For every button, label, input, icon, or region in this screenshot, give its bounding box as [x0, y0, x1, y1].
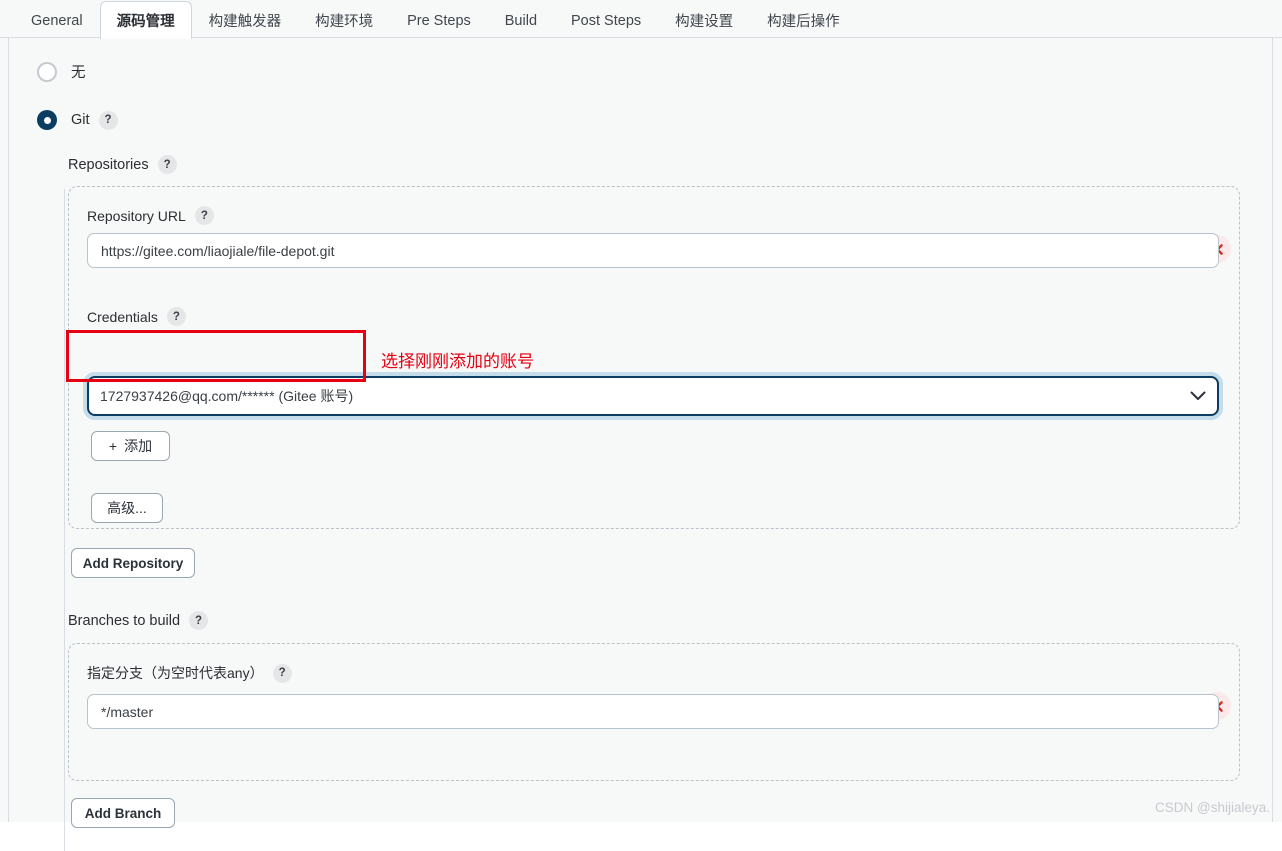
git-section-indent-rule	[64, 189, 65, 851]
credentials-label: Credentials ?	[87, 307, 186, 326]
radio-git-icon[interactable]	[37, 110, 57, 130]
help-icon-credentials[interactable]: ?	[166, 307, 186, 326]
add-repository-label: Add Repository	[82, 555, 184, 571]
radio-row-none[interactable]: 无	[37, 61, 86, 82]
advanced-button[interactable]: 高级...	[91, 493, 163, 523]
config-tabbar: General 源码管理 构建触发器 构建环境 Pre Steps Build …	[0, 0, 1282, 40]
repository-url-label-text: Repository URL	[87, 207, 186, 224]
add-branch-label: Add Branch	[84, 805, 162, 821]
tab-post-build-actions[interactable]: 构建后操作	[750, 1, 857, 39]
tab-label: Build	[504, 12, 538, 29]
help-icon-branches[interactable]: ?	[189, 611, 209, 630]
scm-panel: 无 Git ? Repositories ? Repository URL ?	[9, 39, 1272, 851]
watermark: CSDN @shijialeya.	[1155, 800, 1270, 815]
repository-url-label: Repository URL ?	[87, 206, 214, 225]
credentials-selected-value: 1727937426@qq.com/****** (Gitee 账号)	[100, 388, 354, 404]
add-credentials-button[interactable]: + 添加	[91, 431, 170, 461]
tab-general[interactable]: General	[14, 1, 100, 39]
jenkins-config-page: General 源码管理 构建触发器 构建环境 Pre Steps Build …	[0, 0, 1282, 851]
repositories-section-label: Repositories ?	[68, 155, 177, 174]
tab-label: Post Steps	[571, 12, 642, 29]
radio-none-label: 无	[71, 65, 86, 81]
tab-list: General 源码管理 构建触发器 构建环境 Pre Steps Build …	[14, 0, 857, 40]
help-icon-repository-url[interactable]: ?	[194, 206, 214, 225]
radio-row-git[interactable]: Git ?	[37, 110, 118, 130]
add-repository-button[interactable]: Add Repository	[71, 548, 195, 578]
credentials-select[interactable]: 1727937426@qq.com/****** (Gitee 账号)	[87, 376, 1219, 416]
repositories-label-text: Repositories	[68, 156, 149, 173]
repository-panel: Repository URL ? Credentials ? 172793742…	[68, 186, 1240, 529]
branch-specifier-label: 指定分支（为空时代表any） ?	[87, 663, 292, 683]
tab-pre-steps[interactable]: Pre Steps	[390, 1, 488, 39]
branches-section-label: Branches to build ?	[68, 611, 209, 630]
chevron-down-icon[interactable]	[1179, 391, 1217, 401]
branch-specifier-input[interactable]	[87, 694, 1219, 729]
tab-label: 构建后操作	[767, 14, 840, 30]
branches-label-text: Branches to build	[68, 612, 181, 629]
tab-build[interactable]: Build	[488, 1, 554, 39]
credentials-label-text: Credentials	[87, 308, 158, 325]
tab-label: Pre Steps	[407, 12, 471, 29]
tab-label: 构建设置	[675, 14, 734, 30]
repository-url-input[interactable]	[87, 233, 1219, 268]
add-credentials-label: 添加	[124, 438, 153, 454]
page-right-border	[1272, 38, 1273, 822]
help-icon-repositories[interactable]: ?	[157, 155, 177, 174]
help-icon-git[interactable]: ?	[98, 110, 118, 130]
tab-build-environment[interactable]: 构建环境	[298, 1, 390, 39]
branch-panel: 指定分支（为空时代表any） ?	[68, 643, 1240, 781]
tab-label: General	[31, 12, 83, 29]
radio-none-icon[interactable]	[37, 61, 57, 82]
branch-specifier-label-text: 指定分支（为空时代表any）	[87, 665, 264, 681]
advanced-label: 高级...	[107, 500, 147, 516]
tab-label: 源码管理	[116, 14, 175, 30]
tab-post-steps[interactable]: Post Steps	[554, 1, 658, 39]
tab-build-settings[interactable]: 构建设置	[658, 1, 750, 39]
plus-icon: +	[108, 438, 118, 454]
annotation-note: 选择刚刚添加的账号	[381, 352, 534, 371]
add-branch-button[interactable]: Add Branch	[71, 798, 175, 828]
tab-label: 构建环境	[315, 14, 374, 30]
tab-scm[interactable]: 源码管理	[99, 1, 192, 40]
help-icon-branch-specifier[interactable]: ?	[272, 663, 292, 683]
tab-build-triggers[interactable]: 构建触发器	[192, 1, 299, 39]
radio-git-label: Git	[71, 112, 90, 128]
tab-label: 构建触发器	[208, 14, 282, 30]
